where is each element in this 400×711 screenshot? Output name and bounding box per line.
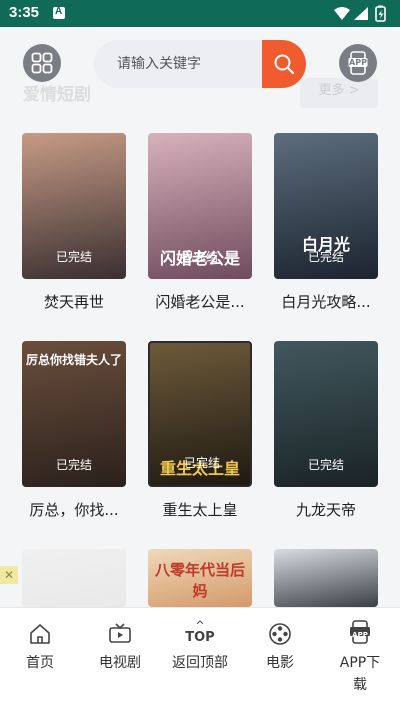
tv-icon bbox=[109, 623, 131, 643]
drama-poster[interactable]: 白月光 已完结 bbox=[274, 133, 378, 279]
status-tag: 已完结 bbox=[307, 458, 344, 472]
drama-card[interactable]: 已完结 焚天再世 bbox=[22, 133, 126, 311]
drama-poster[interactable]: 已完结 bbox=[274, 341, 378, 487]
drama-title[interactable]: 闪婚老公是... bbox=[142, 291, 258, 312]
signal-icon bbox=[354, 7, 368, 20]
wifi-icon bbox=[334, 7, 350, 20]
drama-card[interactable]: 闪婚老公是 已完结 闪婚老公是... bbox=[148, 133, 252, 311]
nav-back-to-top-label: 返回顶部 bbox=[172, 655, 228, 671]
drama-poster[interactable]: 厉总你找错夫人了 已完结 bbox=[22, 341, 126, 487]
drama-title[interactable]: 厉总，你找... bbox=[16, 499, 132, 520]
status-tag: 已完结 bbox=[181, 250, 218, 264]
nav-app-download-label: APP下载 bbox=[339, 655, 381, 693]
category-grid-button[interactable] bbox=[23, 44, 61, 82]
status-tag: 已完结 bbox=[55, 250, 92, 264]
section-title: 爱情短剧 bbox=[23, 85, 91, 105]
status-bar: 3:35 A bbox=[0, 0, 400, 27]
nav-tv-label: 电视剧 bbox=[99, 655, 141, 671]
drama-poster-partial[interactable] bbox=[274, 549, 378, 607]
bottom-navigation: 首页 电视剧 TOP 返回顶部 电影 APP APP下载 bbox=[0, 607, 400, 711]
app-download-header-button[interactable]: APP bbox=[339, 44, 377, 82]
drama-card[interactable]: 重生太上皇 已完结 重生太上皇 bbox=[148, 341, 252, 519]
search-input[interactable] bbox=[94, 40, 262, 88]
home-icon bbox=[30, 624, 50, 644]
nav-movie-label: 电影 bbox=[266, 655, 294, 671]
poster-caption: 八零年代当后妈 bbox=[154, 561, 245, 600]
status-indicators bbox=[332, 5, 392, 23]
nav-home-label: 首页 bbox=[26, 655, 54, 671]
app-icon-text: APP bbox=[352, 631, 368, 639]
poster-caption: 厉总你找错夫人了 bbox=[26, 353, 123, 367]
status-tag: 已完结 bbox=[307, 250, 344, 264]
search-bar bbox=[94, 40, 306, 88]
notification-icon: A bbox=[53, 6, 65, 19]
drama-title[interactable]: 白月光攻略... bbox=[268, 291, 384, 312]
ad-close-icon[interactable]: ✕ bbox=[0, 566, 18, 584]
drama-poster-partial[interactable]: 八零年代当后妈 bbox=[148, 549, 252, 607]
top-icon-text: TOP bbox=[185, 630, 215, 645]
more-link[interactable]: 更多 > bbox=[300, 78, 378, 108]
app-badge-text: APP bbox=[349, 58, 367, 67]
grid-icon bbox=[31, 52, 53, 74]
film-reel-icon bbox=[269, 623, 291, 645]
drama-title[interactable]: 焚天再世 bbox=[16, 291, 132, 312]
drama-poster-partial[interactable] bbox=[22, 549, 126, 607]
drama-poster[interactable]: 重生太上皇 已完结 bbox=[148, 341, 252, 487]
search-button[interactable] bbox=[262, 40, 306, 88]
notification-letter: A bbox=[55, 6, 63, 17]
search-icon bbox=[274, 54, 295, 75]
drama-title[interactable]: 重生太上皇 bbox=[142, 499, 258, 520]
drama-poster[interactable]: 已完结 bbox=[22, 133, 126, 279]
status-tag: 已完结 bbox=[55, 458, 92, 472]
status-time: 3:35 bbox=[9, 4, 40, 21]
drama-card[interactable]: 已完结 九龙天帝 bbox=[274, 341, 378, 519]
status-tag: 已完结 bbox=[183, 456, 220, 470]
drama-card[interactable]: 白月光 已完结 白月光攻略... bbox=[274, 133, 378, 311]
drama-title[interactable]: 九龙天帝 bbox=[268, 499, 384, 520]
drama-card[interactable]: 厉总你找错夫人了 已完结 厉总，你找... bbox=[22, 341, 126, 519]
drama-poster[interactable]: 闪婚老公是 已完结 bbox=[148, 133, 252, 279]
